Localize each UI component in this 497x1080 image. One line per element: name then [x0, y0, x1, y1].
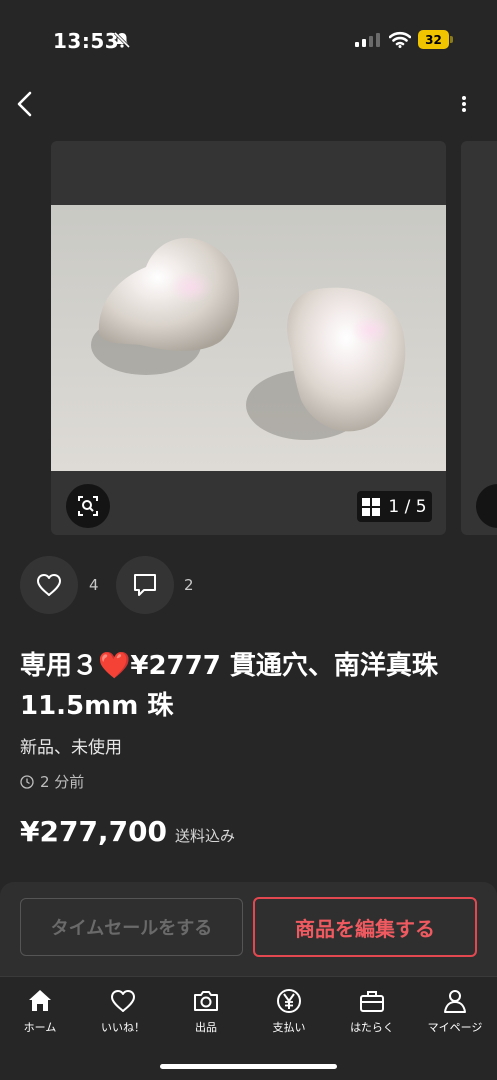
comment-icon [134, 574, 156, 596]
person-icon [444, 990, 466, 1013]
back-button[interactable] [10, 88, 42, 120]
like-button[interactable] [20, 556, 78, 614]
more-options-button[interactable] [452, 90, 476, 118]
product-image-card[interactable]: 1 / 5 [51, 141, 446, 535]
bell-slash-icon [113, 31, 131, 49]
posted-time: 2 分前 [20, 771, 84, 792]
status-bar: 13:53 32 [0, 0, 497, 80]
price-row: ¥277,700 送料込み [20, 815, 235, 848]
tab-work[interactable]: はたらく [332, 987, 412, 1043]
item-price: ¥277,700 [20, 815, 168, 848]
image-search-button[interactable] [66, 484, 110, 528]
tab-likes-label: いいね！ [101, 1021, 145, 1034]
edit-item-button[interactable]: 商品を編集する [253, 897, 477, 957]
yen-icon [277, 989, 301, 1013]
comment-button[interactable] [116, 556, 174, 614]
product-photo[interactable] [51, 205, 446, 471]
grid-icon [362, 497, 381, 516]
tab-mypage[interactable]: マイページ [415, 987, 495, 1043]
home-indicator [160, 1064, 337, 1069]
briefcase-icon [360, 991, 384, 1012]
image-counter[interactable]: 1 / 5 [357, 491, 432, 522]
battery-nub [450, 36, 453, 43]
tab-payments[interactable]: 支払い [249, 987, 329, 1043]
home-icon [29, 990, 51, 1011]
camera-icon [194, 991, 218, 1011]
tab-sell-label: 出品 [195, 1021, 217, 1034]
next-image-search-button[interactable] [476, 484, 497, 528]
tab-payments-label: 支払い [272, 1021, 306, 1034]
heart-icon [111, 990, 135, 1012]
battery-icon: 32 [418, 30, 454, 50]
tab-work-label: はたらく [350, 1021, 394, 1034]
time-sale-button[interactable]: タイムセールをする [20, 898, 243, 956]
clock-icon [20, 774, 34, 789]
counter-separator: / [404, 496, 411, 517]
tab-sell[interactable]: 出品 [166, 987, 246, 1043]
heart-icon [37, 574, 61, 596]
image-search-icon [78, 496, 98, 516]
comment-count: 2 [184, 576, 194, 594]
shipping-label: 送料込み [175, 827, 236, 845]
tab-home-label: ホーム [23, 1021, 57, 1034]
wifi-icon [389, 31, 411, 48]
tab-home[interactable]: ホーム [0, 987, 80, 1043]
counter-total: 5 [415, 496, 427, 517]
tab-likes[interactable]: いいね！ [83, 987, 163, 1043]
cellular-signal-icon [355, 33, 380, 47]
item-title: 専用３❤️¥2777 貫通穴、南洋真珠11.5mm 珠 [20, 651, 438, 721]
counter-current: 1 [388, 496, 400, 517]
item-condition: 新品、未使用 [20, 738, 122, 758]
battery-level: 32 [418, 30, 449, 49]
next-image-card[interactable] [461, 141, 497, 535]
action-sheet: タイムセールをする 商品を編集する [0, 882, 497, 976]
status-time: 13:53 [53, 29, 120, 53]
like-count: 4 [89, 576, 99, 594]
tab-mypage-label: マイページ [427, 1021, 483, 1034]
posted-label: 2 分前 [40, 773, 85, 791]
